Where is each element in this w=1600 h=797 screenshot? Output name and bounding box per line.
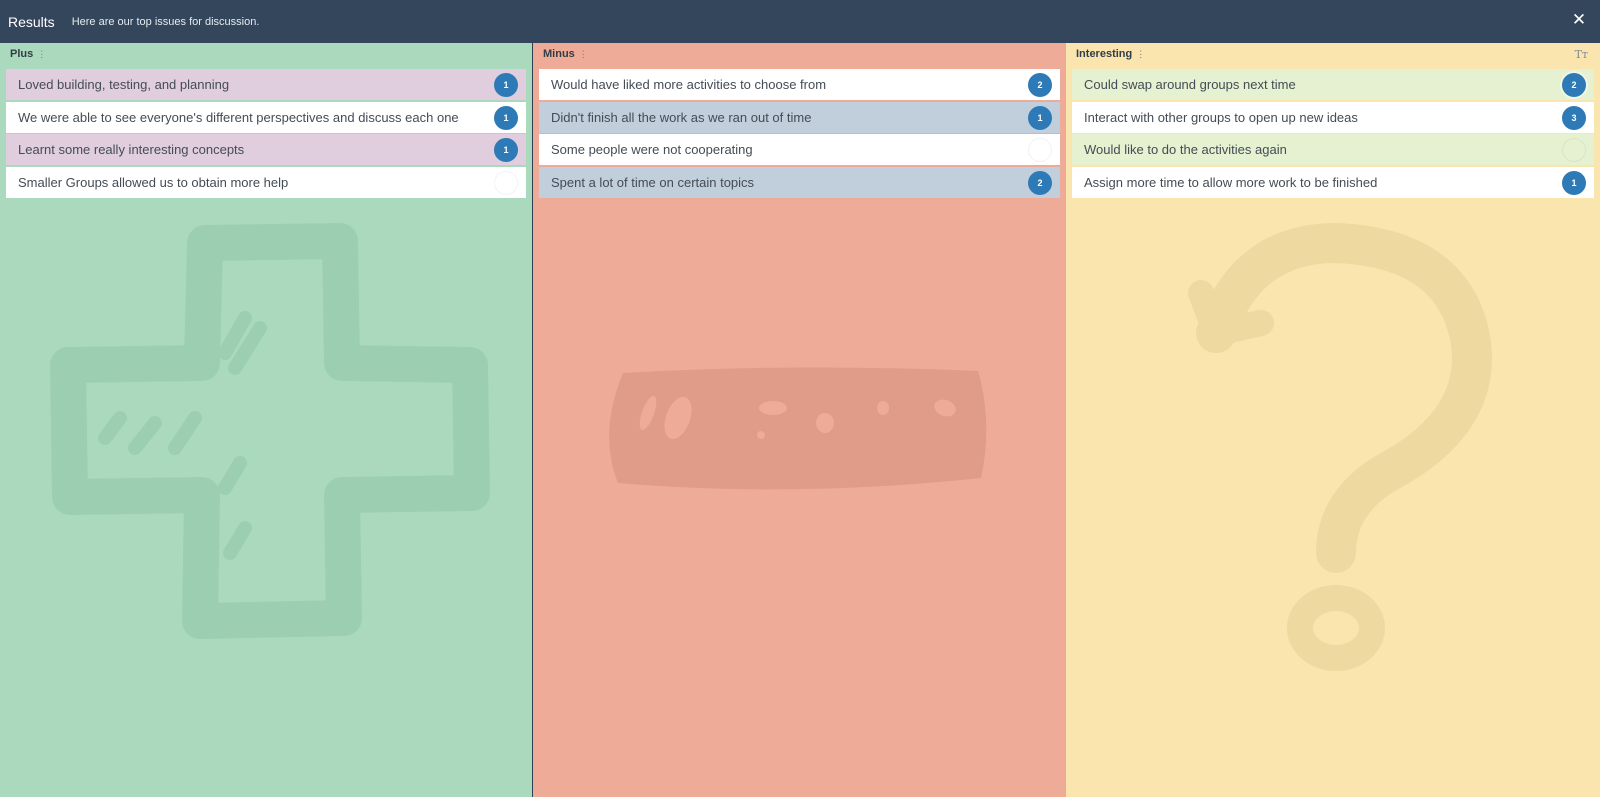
column-title: Plus — [10, 48, 34, 60]
card-text: Spent a lot of time on certain topics — [551, 174, 755, 190]
column-plus: Plus ⋮ Loved building, testing, and plan… — [0, 43, 532, 797]
minus-sign-icon — [609, 367, 987, 490]
drag-handle-icon[interactable]: ⋮ — [1136, 49, 1145, 60]
question-mark-icon — [1188, 223, 1492, 671]
vote-badge[interactable] — [1028, 138, 1052, 162]
card[interactable]: Spent a lot of time on certain topics 2 — [539, 166, 1060, 198]
card[interactable]: Smaller Groups allowed us to obtain more… — [6, 166, 526, 198]
card[interactable]: Some people were not cooperating — [539, 134, 1060, 165]
page-title: Results — [8, 13, 55, 30]
close-icon[interactable]: ✕ — [1568, 9, 1590, 31]
plus-sign-icon — [50, 223, 490, 639]
column-header-minus[interactable]: Minus ⋮ — [543, 48, 588, 60]
retro-board: Plus ⋮ Loved building, testing, and plan… — [0, 43, 1600, 797]
card-text: Would have liked more activities to choo… — [551, 77, 827, 92]
card-text: Learnt some really interesting concepts — [18, 142, 245, 157]
vote-badge[interactable]: 1 — [494, 105, 518, 130]
vote-badge[interactable]: 3 — [1562, 105, 1586, 130]
card-list: Would have liked more activities to choo… — [539, 69, 1060, 199]
top-bar: Results Here are our top issues for disc… — [0, 0, 1600, 43]
card[interactable]: We were able to see everyone's different… — [6, 101, 526, 133]
card-text: Smaller Groups allowed us to obtain more… — [18, 174, 289, 190]
column-interesting: Interesting ⋮ Tт Could swap around group… — [1066, 43, 1600, 797]
vote-badge[interactable]: 2 — [1562, 73, 1586, 97]
vote-badge[interactable]: 2 — [1028, 170, 1052, 195]
card-list: Loved building, testing, and planning 1 … — [6, 69, 526, 199]
card[interactable]: Would like to do the activities again — [1072, 134, 1594, 165]
vote-badge[interactable] — [494, 170, 518, 195]
page-subtitle: Here are our top issues for discussion. — [71, 15, 260, 28]
font-size-toggle-icon[interactable]: Tт — [1575, 48, 1588, 61]
card-text: Would like to do the activities again — [1084, 142, 1287, 157]
card-text: Didn't finish all the work as we ran out… — [551, 109, 812, 125]
column-header-plus[interactable]: Plus ⋮ — [10, 48, 46, 60]
column-minus: Minus ⋮ Would have liked more activities… — [533, 43, 1066, 797]
vote-badge[interactable]: 1 — [1028, 105, 1052, 130]
vote-badge[interactable] — [1562, 138, 1586, 162]
vote-badge[interactable]: 2 — [1028, 73, 1052, 97]
card-text: Assign more time to allow more work to b… — [1084, 174, 1378, 190]
card[interactable]: Didn't finish all the work as we ran out… — [539, 101, 1060, 133]
card[interactable]: Learnt some really interesting concepts … — [6, 134, 526, 165]
card[interactable]: Assign more time to allow more work to b… — [1072, 166, 1594, 198]
card[interactable]: Loved building, testing, and planning 1 — [6, 69, 526, 100]
column-title: Minus — [543, 48, 575, 60]
column-header-interesting[interactable]: Interesting ⋮ — [1076, 48, 1145, 60]
card-list: Could swap around groups next time 2 Int… — [1072, 69, 1594, 199]
card-text: We were able to see everyone's different… — [18, 109, 459, 125]
drag-handle-icon[interactable]: ⋮ — [37, 49, 46, 60]
card-text: Interact with other groups to open up ne… — [1084, 109, 1358, 125]
card[interactable]: Would have liked more activities to choo… — [539, 69, 1060, 100]
vote-badge[interactable]: 1 — [494, 73, 518, 97]
vote-badge[interactable]: 1 — [494, 138, 518, 162]
vote-badge[interactable]: 1 — [1562, 170, 1586, 195]
card-text: Could swap around groups next time — [1084, 77, 1296, 92]
card-text: Loved building, testing, and planning — [18, 77, 230, 92]
drag-handle-icon[interactable]: ⋮ — [579, 49, 588, 60]
card[interactable]: Interact with other groups to open up ne… — [1072, 101, 1594, 133]
column-title: Interesting — [1076, 48, 1133, 60]
card[interactable]: Could swap around groups next time 2 — [1072, 69, 1594, 100]
card-text: Some people were not cooperating — [551, 142, 753, 157]
